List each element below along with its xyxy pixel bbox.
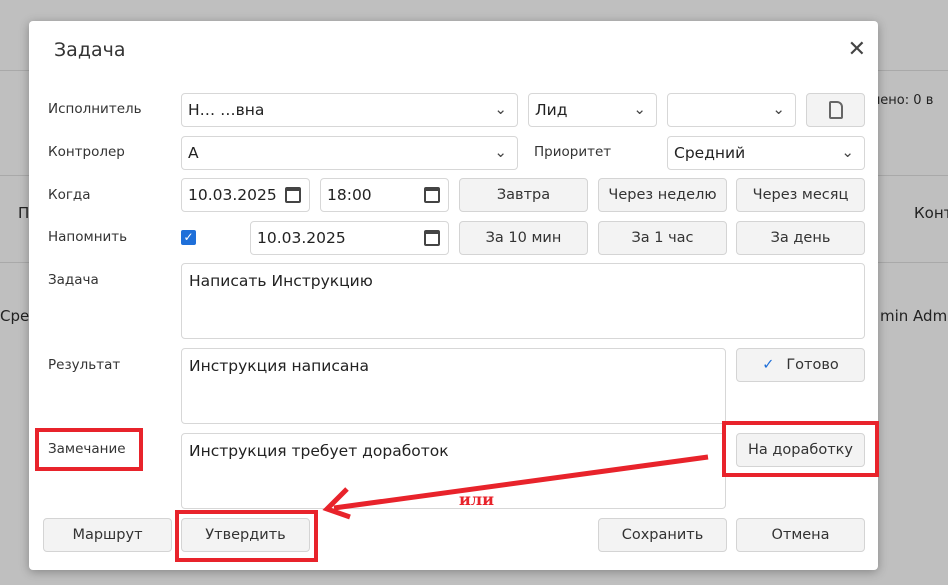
or-annotation: или bbox=[459, 490, 495, 509]
annotation-arrow bbox=[322, 454, 709, 520]
bg-col-header: П bbox=[18, 204, 30, 222]
bg-stat: лено: 0 в bbox=[872, 93, 934, 108]
bg-col-header: Конт bbox=[914, 204, 948, 222]
task-dialog: Задача ✕ Исполнитель Н… …вна ⌄ Лид ⌄ ⌄ Кон… bbox=[29, 21, 879, 570]
bg-cell: min Adm bbox=[880, 307, 948, 325]
bg-cell: Сре bbox=[0, 307, 30, 325]
